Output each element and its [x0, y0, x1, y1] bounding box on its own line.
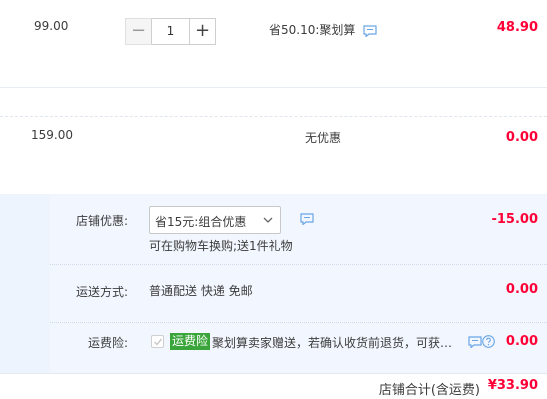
decrease-quantity-button[interactable]: −	[125, 18, 152, 45]
store-total-label: 店铺合计(含运费)	[378, 383, 480, 398]
store-discount-label: 店铺优惠:	[75, 214, 128, 228]
order-item-row: 99.00 − 1 + 省50.10:聚划算 48.90	[0, 0, 547, 88]
store-discount-row: 店铺优惠: 省15元:组合优惠 可在购物车换购;送1件礼物 -15.00	[50, 194, 547, 264]
shipping-insurance-tag: 运费险	[170, 333, 211, 350]
row-separator	[0, 89, 547, 117]
shipping-insurance-row: 运费险: 运费险 聚划算卖家赠送，若确认收货前退货，可获… 0.00	[50, 322, 547, 373]
store-discount-select[interactable]: 省15元:组合优惠	[149, 206, 281, 234]
message-icon[interactable]	[300, 213, 314, 225]
item-promo-text: 省50.10:聚划算	[269, 23, 356, 37]
store-discount-amount: -15.00	[491, 212, 538, 227]
store-total-bar: 店铺合计(含运费) ¥33.90	[0, 373, 547, 399]
item-subtotal: 48.90	[496, 20, 538, 35]
chevron-down-icon	[263, 217, 273, 223]
panel-left-strip	[0, 194, 50, 399]
shipping-method-value: 普通配送 快递 免邮	[149, 284, 253, 298]
shipping-insurance-checkbox[interactable]	[151, 335, 164, 348]
shipping-insurance-desc: 聚划算卖家赠送，若确认收货前退货，可获…	[212, 336, 453, 350]
message-icon[interactable]	[363, 25, 377, 37]
shipping-amount: 0.00	[505, 282, 538, 297]
shipping-insurance-amount: 0.00	[505, 334, 538, 349]
message-icon[interactable]	[468, 336, 482, 348]
quantity-input[interactable]: 1	[152, 18, 189, 45]
item-unit-price: 159.00	[31, 128, 73, 142]
store-discount-selected: 省15元:组合优惠	[155, 215, 247, 229]
order-item-row: 159.00 无优惠 0.00	[0, 118, 547, 194]
shipping-method-row: 运送方式: 普通配送 快递 免邮 0.00	[50, 264, 547, 322]
increase-quantity-button[interactable]: +	[189, 18, 216, 45]
item-unit-price: 99.00	[34, 19, 69, 33]
store-discount-note: 可在购物车换购;送1件礼物	[149, 239, 293, 253]
store-summary-panel: 店铺优惠: 省15元:组合优惠 可在购物车换购;送1件礼物 -15.00 运送方…	[0, 194, 547, 399]
checkmark-icon	[154, 338, 163, 346]
shipping-insurance-label: 运费险:	[87, 336, 128, 350]
quantity-stepper: − 1 +	[125, 18, 216, 45]
item-subtotal: 0.00	[505, 130, 538, 145]
item-promo-text: 无优惠	[305, 131, 342, 145]
store-total-amount: ¥33.90	[487, 378, 538, 393]
help-icon[interactable]	[482, 335, 495, 348]
shipping-method-label: 运送方式:	[75, 285, 128, 299]
